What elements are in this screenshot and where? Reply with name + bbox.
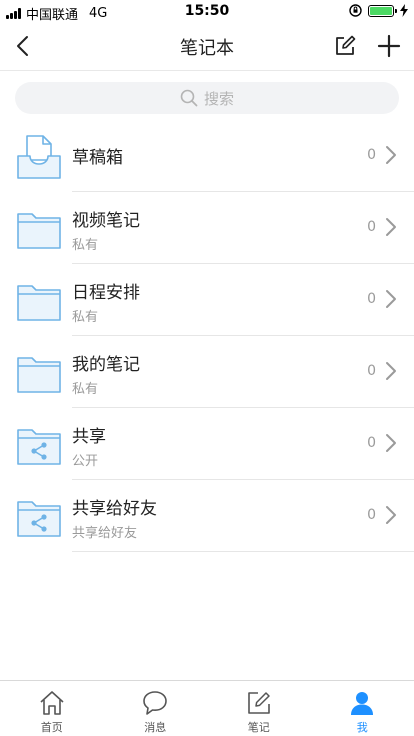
notebook-count: 0	[367, 435, 376, 451]
chevron-right-icon	[386, 434, 396, 452]
notebook-visibility: 共享给好友	[72, 526, 138, 541]
chevron-right-icon	[386, 506, 396, 524]
notebook-visibility: 公开	[72, 454, 99, 469]
tab-home-label: 首页	[40, 721, 63, 734]
chevron-right-icon	[386, 290, 396, 308]
notebook-count: 0	[367, 363, 376, 379]
tab-notes[interactable]: 笔记	[207, 681, 311, 736]
battery-icon	[368, 4, 397, 17]
message-icon	[143, 691, 168, 715]
shared-folder-icon	[16, 494, 62, 540]
tab-me[interactable]: 我	[311, 681, 414, 736]
edit-icon[interactable]	[333, 34, 357, 58]
notebook-visibility: 私有	[72, 310, 99, 325]
tab-bar: 首页 消息 笔记 我	[0, 680, 414, 736]
tab-notes-label: 笔记	[247, 721, 270, 734]
notebook-row[interactable]: 视频笔记私有 0	[0, 192, 414, 264]
notebook-title: 视频笔记	[72, 211, 140, 231]
notebook-count: 0	[367, 291, 376, 307]
folder-icon	[16, 278, 62, 324]
notebook-count: 0	[367, 147, 376, 163]
notebook-title: 日程安排	[72, 283, 140, 303]
inbox-tray-icon	[16, 134, 62, 180]
notebook-visibility: 私有	[72, 382, 99, 397]
notebook-row[interactable]: 我的笔记私有 0	[0, 336, 414, 408]
home-icon	[40, 691, 64, 715]
nav-bar: 笔记本	[0, 22, 414, 71]
tab-home[interactable]: 首页	[0, 681, 104, 736]
status-bar: 中国联通 4G 15:50	[0, 0, 414, 23]
user-icon	[351, 692, 374, 715]
notebook-count: 0	[367, 507, 376, 523]
tab-messages[interactable]: 消息	[104, 681, 208, 736]
search-icon	[180, 89, 198, 107]
notebook-row[interactable]: 共享公开 0	[0, 408, 414, 480]
folder-icon	[16, 350, 62, 396]
notebook-count: 0	[367, 219, 376, 235]
notebook-title: 我的笔记	[72, 355, 140, 375]
search-placeholder: 搜索	[203, 89, 234, 108]
plus-icon[interactable]	[376, 33, 402, 59]
notebook-visibility: 私有	[72, 238, 99, 253]
chevron-right-icon	[386, 146, 396, 164]
notebook-list: 草稿箱 0 视频笔记 私有 0 日程安排 私有 0 我的笔记 私有 0 共享 公开 0 共享给好友 共享给好友…	[0, 120, 414, 552]
notebook-title: 共享给好友	[72, 499, 157, 519]
notebook-title: 草稿箱	[72, 148, 123, 168]
chevron-right-icon	[386, 362, 396, 380]
charging-icon	[400, 4, 408, 17]
search-input[interactable]: 搜索	[15, 82, 399, 114]
row-divider	[72, 551, 414, 552]
notebook-row[interactable]: 日程安排私有 0	[0, 264, 414, 336]
folder-icon	[16, 206, 62, 252]
chevron-right-icon	[386, 218, 396, 236]
shared-folder-icon	[16, 422, 62, 468]
note-icon	[247, 692, 270, 714]
status-right	[349, 4, 408, 17]
orientation-lock-icon	[349, 4, 362, 17]
tab-me-label: 我	[356, 721, 368, 734]
tab-messages-label: 消息	[144, 721, 167, 734]
notebook-row[interactable]: 草稿箱 0	[0, 120, 414, 192]
notebook-title: 共享	[72, 427, 106, 447]
notebook-row[interactable]: 共享给好友 共享给好友 0	[0, 480, 414, 552]
